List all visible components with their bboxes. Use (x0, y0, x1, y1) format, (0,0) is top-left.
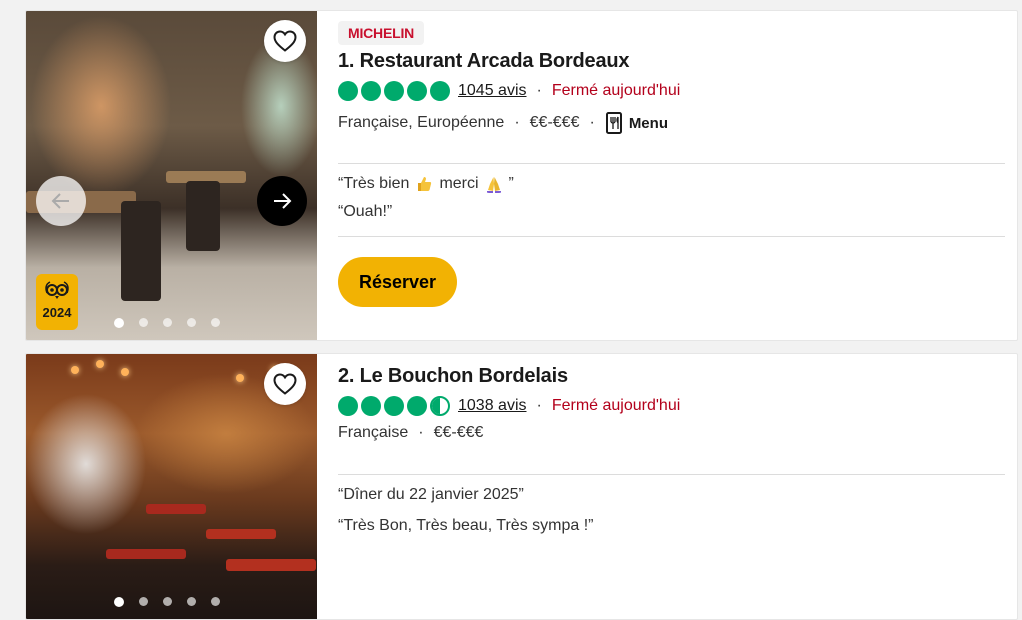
reviews-count-link[interactable]: 1045 avis (458, 82, 527, 100)
save-heart-button[interactable] (264, 20, 306, 62)
reviews-count-link[interactable]: 1038 avis (458, 397, 527, 415)
carousel-next-button[interactable] (257, 176, 307, 226)
carousel-dots (26, 597, 317, 607)
open-status: Fermé aujourd'hui (551, 397, 681, 414)
arrow-right-icon (274, 193, 292, 209)
carousel-dot[interactable] (113, 597, 124, 607)
review-snippet: “Ouah!” (338, 203, 1005, 221)
rating-bubbles (338, 396, 450, 416)
photo-lamp (96, 360, 104, 368)
menu-link[interactable]: Menu (605, 112, 668, 134)
carousel-dot[interactable] (113, 318, 124, 328)
photo-table (146, 504, 206, 514)
photo-chair (121, 201, 161, 301)
cuisine-price-row: Française, Européenne · €€-€€€ · Menu (338, 111, 1005, 135)
divider (338, 474, 1005, 475)
travelers-choice-owl-icon (45, 281, 69, 299)
quote-text: “Dîner du 22 janvier 2025” (338, 486, 524, 503)
photo-lamp (121, 368, 129, 376)
carousel-dot[interactable] (138, 318, 148, 327)
restaurant-title[interactable]: 2. Le Bouchon Bordelais (338, 365, 1005, 388)
photo-lamp (71, 366, 79, 374)
review-snippet: “Très bien merci ” (338, 175, 1005, 193)
carousel-dot[interactable] (138, 597, 148, 606)
rating-bubble (361, 81, 381, 101)
rating-row: 1045 avis · Fermé aujourd'hui (338, 79, 1005, 103)
rating-bubble (384, 81, 404, 101)
heart-icon (273, 30, 297, 52)
price-range: €€-€€€ (529, 114, 580, 131)
pray-emoji (486, 177, 501, 193)
price-range: €€-€€€ (433, 424, 484, 441)
restaurant-info: 2. Le Bouchon Bordelais 1038 avis · Ferm… (338, 354, 1005, 535)
quote-text: ” (508, 175, 514, 192)
rating-bubble (338, 81, 358, 101)
carousel-dot[interactable] (162, 318, 172, 327)
rating-row: 1038 avis · Fermé aujourd'hui (338, 394, 1005, 418)
menu-label: Menu (628, 114, 668, 132)
rating-bubbles (338, 81, 450, 101)
separator-dot: · (589, 114, 595, 131)
carousel-dot[interactable] (162, 597, 172, 606)
rating-bubble (407, 396, 427, 416)
menu-book-icon (605, 112, 622, 134)
rating-bubble (338, 396, 358, 416)
photo-chair (186, 181, 220, 251)
cuisine-text: Française, Européenne (338, 114, 505, 131)
carousel-dot[interactable] (210, 597, 220, 606)
photo-table (206, 529, 276, 539)
restaurant-title[interactable]: 1. Restaurant Arcada Bordeaux (338, 50, 1005, 73)
carousel-dot[interactable] (186, 318, 196, 327)
photo-lamp (236, 374, 244, 382)
divider (338, 236, 1005, 237)
heart-icon (273, 373, 297, 395)
restaurant-card-1[interactable]: 2024 MICHELIN 1. Restaurant Arcada Borde… (25, 10, 1018, 341)
carousel-prev-button[interactable] (36, 176, 86, 226)
photo-table (226, 559, 316, 571)
separator-dot: · (536, 397, 542, 414)
cuisine-text: Française (338, 424, 409, 441)
quote-text: merci (439, 175, 479, 192)
rating-bubble (361, 396, 381, 416)
reserve-button[interactable]: Réserver (338, 257, 457, 307)
open-status: Fermé aujourd'hui (551, 82, 681, 99)
carousel-dots (26, 318, 317, 328)
quote-text: “Ouah!” (338, 203, 393, 220)
restaurant-photo-carousel[interactable] (26, 354, 317, 619)
cuisine-price-row: Française · €€-€€€ (338, 421, 1005, 445)
thumbs-up-emoji (418, 177, 432, 191)
arrow-left-icon (51, 193, 69, 209)
photo-table (106, 549, 186, 559)
separator-dot: · (514, 114, 520, 131)
restaurant-info: MICHELIN 1. Restaurant Arcada Bordeaux 1… (338, 11, 1005, 307)
rating-bubble (384, 396, 404, 416)
review-snippet: “Dîner du 22 janvier 2025” (338, 486, 1005, 504)
rating-bubble (430, 81, 450, 101)
carousel-dot[interactable] (210, 318, 220, 327)
restaurant-photo-carousel[interactable]: 2024 (26, 11, 317, 340)
rating-bubble-half (430, 396, 450, 416)
quote-text: “Très bien (338, 175, 410, 192)
quote-text: “Très Bon, Très beau, Très sympa !” (338, 517, 594, 534)
review-snippet: “Très Bon, Très beau, Très sympa !” (338, 517, 1005, 535)
separator-dot: · (418, 424, 424, 441)
restaurant-card-2[interactable]: 2. Le Bouchon Bordelais 1038 avis · Ferm… (25, 353, 1018, 620)
divider (338, 163, 1005, 164)
save-heart-button[interactable] (264, 363, 306, 405)
carousel-dot[interactable] (186, 597, 196, 606)
rating-bubble (407, 81, 427, 101)
michelin-badge: MICHELIN (338, 21, 425, 45)
separator-dot: · (536, 82, 542, 99)
